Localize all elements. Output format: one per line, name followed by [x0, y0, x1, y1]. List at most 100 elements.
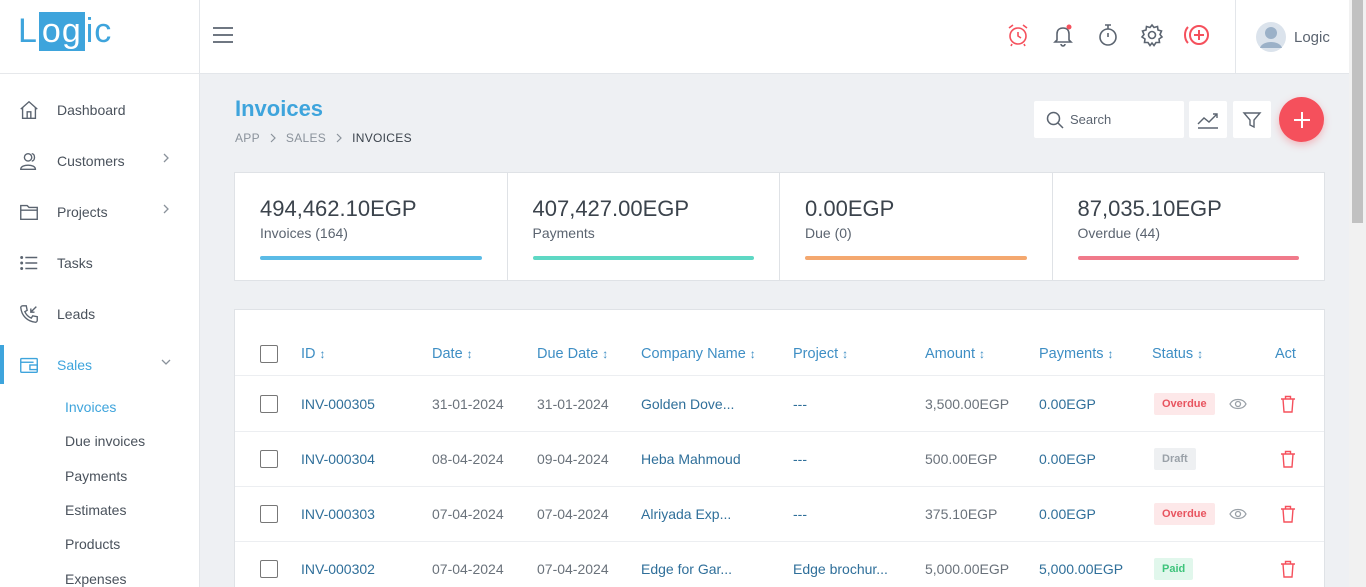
chevron-down-icon [161, 359, 171, 365]
sidebar-item-label: Leads [57, 305, 96, 322]
col-date[interactable]: Date ↕ [432, 332, 473, 375]
col-id[interactable]: ID ↕ [301, 332, 326, 375]
col-company[interactable]: Company Name ↕ [641, 332, 756, 375]
invoice-date: 08-04-2024 [432, 451, 504, 467]
sidebar-item-dashboard[interactable]: Dashboard [0, 84, 199, 135]
sidebar-item-label: Customers [57, 152, 125, 169]
row-checkbox[interactable] [260, 450, 278, 468]
hamburger-menu-icon[interactable] [212, 25, 234, 45]
trash-icon[interactable] [1280, 487, 1296, 541]
breadcrumb: APP SALES INVOICES [235, 131, 412, 145]
list-icon [18, 252, 40, 274]
stat-overdue: 87,035.10EGP Overdue (44) [1053, 173, 1325, 280]
col-payments[interactable]: Payments ↕ [1039, 332, 1113, 375]
search-input[interactable] [1070, 112, 1170, 127]
breadcrumb-app[interactable]: APP [235, 131, 260, 145]
col-project[interactable]: Project ↕ [793, 332, 848, 375]
alarm-clock-icon[interactable] [1005, 22, 1031, 48]
plus-icon [1293, 111, 1310, 128]
sort-icon: ↕ [1197, 346, 1204, 361]
stat-bar [260, 256, 482, 260]
sidebar-item-projects[interactable]: Projects [0, 186, 199, 237]
col-label: Company Name [641, 345, 746, 362]
eye-icon[interactable] [1229, 377, 1247, 431]
company-name-link[interactable]: Alriyada Exp... [641, 487, 731, 541]
stat-bar [532, 256, 754, 260]
folder-icon [18, 201, 40, 223]
submenu-item-payments[interactable]: Payments [0, 459, 199, 493]
add-invoice-button[interactable] [1279, 97, 1324, 142]
gear-icon[interactable] [1139, 22, 1165, 48]
table-row[interactable]: INV-000305 31-01-2024 31-01-2024 Golden Dov… [235, 377, 1324, 432]
eye-icon[interactable] [1229, 487, 1247, 541]
col-status[interactable]: Status ↕ [1152, 332, 1203, 375]
trash-icon[interactable] [1280, 542, 1296, 587]
submenu-item-expenses[interactable]: Expenses [0, 561, 199, 587]
invoice-date: 07-04-2024 [432, 561, 504, 577]
invoice-payments: 0.00EGP [1039, 506, 1096, 522]
col-actions: Act [1275, 345, 1296, 362]
invoice-amount: 500.00EGP [925, 451, 998, 467]
company-name-link[interactable]: Heba Mahmoud [641, 432, 741, 486]
trash-icon[interactable] [1280, 377, 1296, 431]
search-box[interactable] [1034, 101, 1184, 138]
company-name-link[interactable]: Golden Dove... [641, 377, 734, 431]
sidebar-item-label: Sales [57, 356, 93, 373]
filter-button[interactable] [1233, 101, 1271, 138]
sales-submenu: Invoices Due invoices Payments Estimates… [0, 390, 199, 587]
project-link[interactable]: --- [793, 487, 807, 541]
chart-button[interactable] [1189, 101, 1227, 138]
chevron-right-icon [336, 133, 342, 143]
sidebar-item-customers[interactable]: Customers [0, 135, 199, 186]
submenu-item-invoices[interactable]: Invoices [0, 390, 199, 424]
submenu-item-products[interactable]: Products [0, 527, 199, 561]
page-title: Invoices [235, 96, 324, 121]
select-all-checkbox[interactable] [260, 344, 278, 363]
stat-label: Payments [532, 225, 595, 241]
invoice-date: 07-04-2024 [432, 506, 504, 522]
sort-icon: ↕ [319, 346, 326, 361]
user-menu[interactable]: Logic [1256, 22, 1330, 52]
invoice-id-link[interactable]: INV-000305 [301, 377, 375, 431]
row-checkbox[interactable] [260, 505, 278, 523]
logo-text: Log ic [18, 12, 113, 51]
submenu-item-estimates[interactable]: Estimates [0, 493, 199, 527]
sidebar-item-leads[interactable]: Leads [0, 288, 199, 339]
invoice-id-link[interactable]: INV-000304 [301, 432, 375, 486]
invoice-id-link[interactable]: INV-000302 [301, 542, 375, 587]
sort-icon: ↕ [842, 346, 849, 361]
row-checkbox[interactable] [260, 560, 278, 578]
table-row[interactable]: INV-000303 07-04-2024 07-04-2024 Alriyada E… [235, 487, 1324, 542]
table-row[interactable]: INV-000302 07-04-2024 07-04-2024 Edge for G… [235, 542, 1324, 587]
bell-icon[interactable] [1050, 22, 1076, 48]
timer-icon[interactable] [1095, 22, 1121, 48]
sort-icon: ↕ [978, 346, 985, 361]
scrollbar-thumb[interactable] [1352, 0, 1363, 223]
submenu-item-due-invoices[interactable]: Due invoices [0, 424, 199, 458]
project-link[interactable]: --- [793, 377, 807, 431]
table-row[interactable]: INV-000304 08-04-2024 09-04-2024 Heba Mahmo… [235, 432, 1324, 487]
stat-bar [1077, 256, 1299, 260]
project-link[interactable]: --- [793, 432, 807, 486]
invoice-payments: 0.00EGP [1039, 396, 1096, 412]
col-amount[interactable]: Amount ↕ [925, 332, 985, 375]
project-link[interactable]: Edge brochur... [793, 542, 888, 587]
logo[interactable]: Log ic [0, 0, 199, 74]
sidebar-item-sales[interactable]: Sales [0, 339, 199, 390]
add-circle-icon[interactable] [1183, 21, 1215, 49]
col-label: Date [432, 345, 463, 362]
company-name-link[interactable]: Edge for Gar... [641, 542, 732, 587]
stat-amount: 407,427.00EGP [532, 196, 690, 221]
sidebar-nav: Dashboard Customers Projects Tasks Leads… [0, 84, 199, 390]
breadcrumb-sales[interactable]: SALES [286, 131, 326, 145]
col-label: Amount [925, 345, 975, 362]
trash-icon[interactable] [1280, 432, 1296, 486]
col-due-date[interactable]: Due Date ↕ [537, 332, 608, 375]
chevron-right-icon [270, 133, 276, 143]
avatar [1256, 22, 1286, 52]
page-scrollbar[interactable] [1349, 0, 1366, 587]
invoice-id-link[interactable]: INV-000303 [301, 487, 375, 541]
user-name: Logic [1294, 28, 1330, 46]
sidebar-item-tasks[interactable]: Tasks [0, 237, 199, 288]
row-checkbox[interactable] [260, 395, 278, 413]
